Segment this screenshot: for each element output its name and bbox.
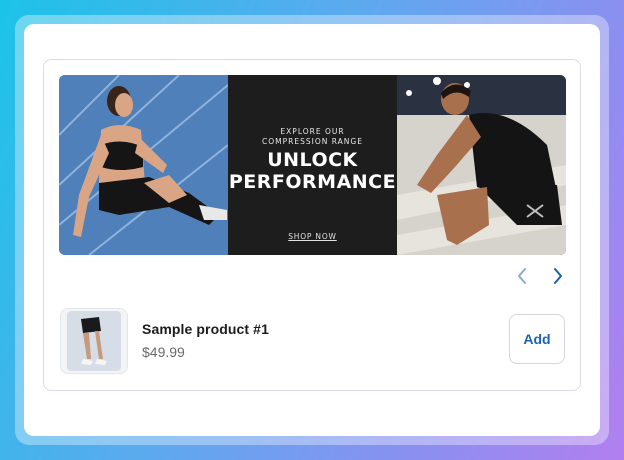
chevron-left-icon (518, 268, 526, 284)
product-price: $49.99 (142, 344, 185, 360)
banner-headline: UNLOCK PERFORMANCE (228, 149, 397, 193)
athlete-male-image (397, 75, 566, 255)
product-image (61, 309, 127, 373)
promo-banner[interactable]: EXPLORE OUR COMPRESSION RANGE UNLOCK PER… (59, 75, 566, 255)
product-carousel-widget: EXPLORE OUR COMPRESSION RANGE UNLOCK PER… (43, 59, 581, 391)
banner-kicker: EXPLORE OUR COMPRESSION RANGE (228, 127, 397, 147)
chevron-right-icon (554, 268, 562, 284)
product-name[interactable]: Sample product #1 (142, 321, 269, 337)
carousel-nav (512, 265, 568, 287)
content-card: EXPLORE OUR COMPRESSION RANGE UNLOCK PER… (24, 24, 600, 436)
banner-headline-line2: PERFORMANCE (228, 171, 397, 193)
banner-photo-right (397, 75, 566, 255)
add-to-cart-button[interactable]: Add (509, 314, 565, 364)
banner-photo-left (59, 75, 228, 255)
banner-headline-line1: UNLOCK (267, 149, 358, 171)
banner-text-panel: EXPLORE OUR COMPRESSION RANGE UNLOCK PER… (228, 75, 397, 255)
carousel-next-button[interactable] (548, 265, 568, 287)
product-thumbnail[interactable] (60, 308, 128, 374)
banner-kicker-line1: EXPLORE OUR (280, 127, 345, 136)
athlete-female-image (59, 75, 228, 255)
shop-now-link[interactable]: SHOP NOW (288, 232, 337, 241)
product-item: Sample product #1 $49.99 Add (60, 308, 565, 374)
carousel-prev-button[interactable] (512, 265, 532, 287)
banner-kicker-line2: COMPRESSION RANGE (262, 137, 363, 146)
banner-cta-wrap: SHOP NOW (228, 232, 397, 241)
